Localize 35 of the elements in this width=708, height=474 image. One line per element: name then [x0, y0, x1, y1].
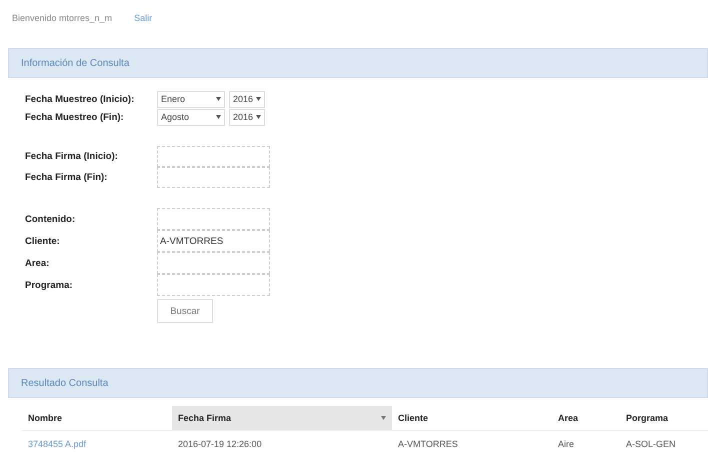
caret-icon [216, 115, 221, 119]
field-label: Cliente: [25, 236, 61, 246]
field-label: Fecha Muestreo (Inicio): [25, 94, 136, 104]
column-header[interactable]: Porgrama [620, 406, 708, 431]
welcome-text: Bienvenido mtorres_n_m [12, 13, 112, 23]
year-select[interactable]: 2016 [229, 108, 265, 126]
caret-icon [256, 97, 261, 101]
column-header[interactable]: Fecha Firma [172, 406, 392, 431]
date-field[interactable] [157, 146, 270, 167]
caret-icon [256, 115, 261, 119]
field-label: Contenido: [25, 214, 76, 224]
year-select[interactable]: 2016 [229, 90, 265, 108]
field-label: Fecha Muestreo (Fin): [25, 112, 125, 122]
table-cell-text: Aire [557, 438, 576, 451]
column-header[interactable]: Area [552, 406, 620, 431]
column-header[interactable]: Cliente [392, 406, 552, 431]
field-label: Fecha Firma (Fin): [25, 172, 108, 183]
table-cell-text: A-VMTORRES [397, 438, 459, 451]
field-label: Area: [25, 258, 50, 268]
table-cell-text: 2016-07-19 12:26:00 [177, 438, 263, 451]
input-field[interactable] [157, 208, 270, 230]
date-field[interactable] [157, 167, 270, 188]
table-cell-text: A-SOL-GEN [625, 438, 677, 451]
field-label: Programa: [25, 280, 74, 290]
input-field[interactable] [157, 252, 270, 274]
panel-header: Información de Consulta [8, 48, 708, 78]
panel-header: Resultado Consulta [8, 368, 708, 398]
sort-icon [381, 416, 386, 420]
month-select[interactable]: Agosto [157, 108, 225, 126]
field-label: Fecha Firma (Inicio): [25, 151, 119, 162]
input-field[interactable]: A-VMTORRES [157, 230, 270, 252]
search-button[interactable]: Buscar [157, 299, 213, 323]
month-select[interactable]: Enero [157, 90, 225, 108]
input-field[interactable] [157, 274, 270, 296]
caret-icon [216, 97, 221, 101]
